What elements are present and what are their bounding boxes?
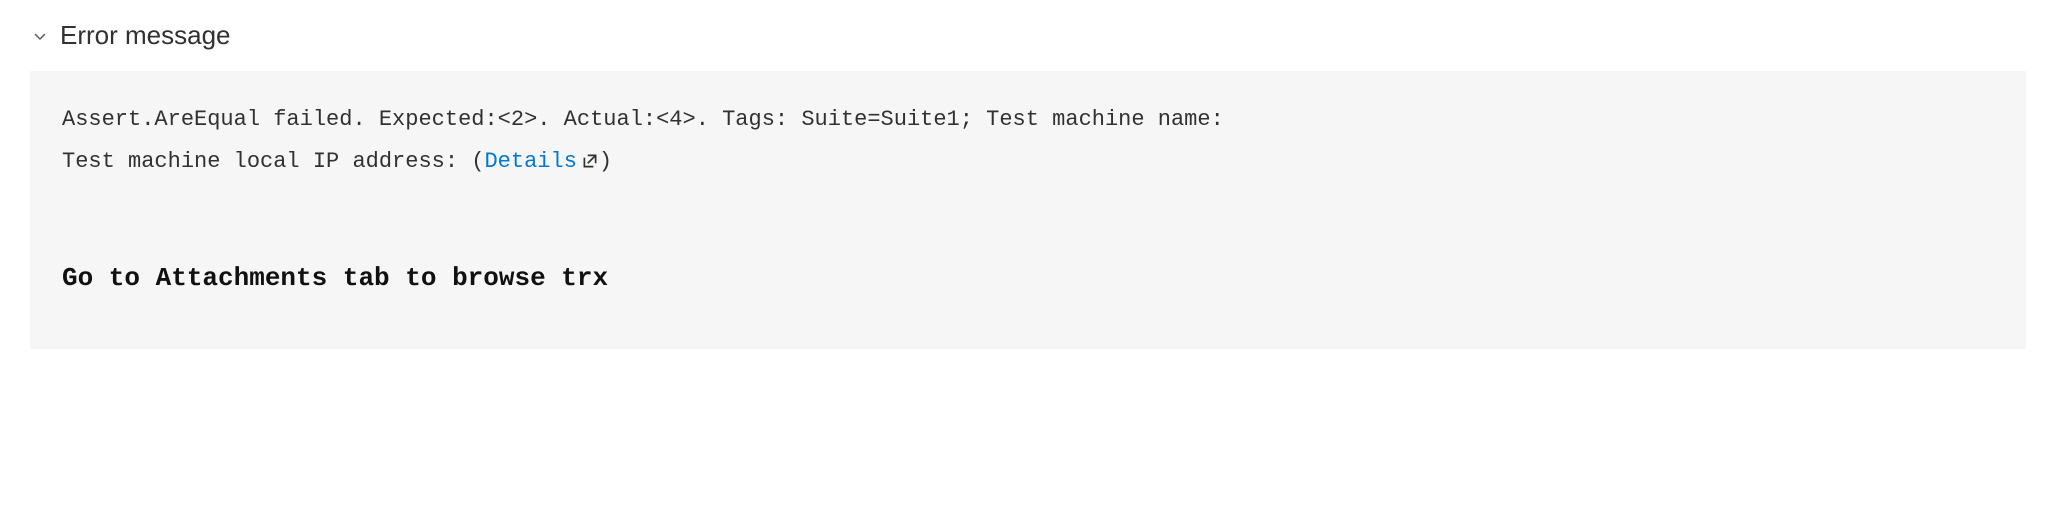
error-text-line1: Assert.AreEqual failed. Expected:<2>. Ac… — [62, 107, 1224, 132]
section-title: Error message — [60, 20, 231, 51]
chevron-down-icon — [30, 26, 50, 46]
external-link-icon — [581, 152, 599, 170]
error-message-section-header[interactable]: Error message — [30, 20, 2026, 51]
details-link[interactable]: Details — [484, 149, 576, 174]
error-body: Assert.AreEqual failed. Expected:<2>. Ac… — [62, 99, 1994, 183]
details-paren-close: ) — [599, 149, 612, 174]
error-text-line2: Test machine local IP address: — [62, 149, 471, 174]
details-paren-open: ( — [471, 149, 484, 174]
error-message-panel: Assert.AreEqual failed. Expected:<2>. Ac… — [30, 71, 2026, 349]
attachments-hint: Go to Attachments tab to browse trx — [62, 263, 1994, 293]
